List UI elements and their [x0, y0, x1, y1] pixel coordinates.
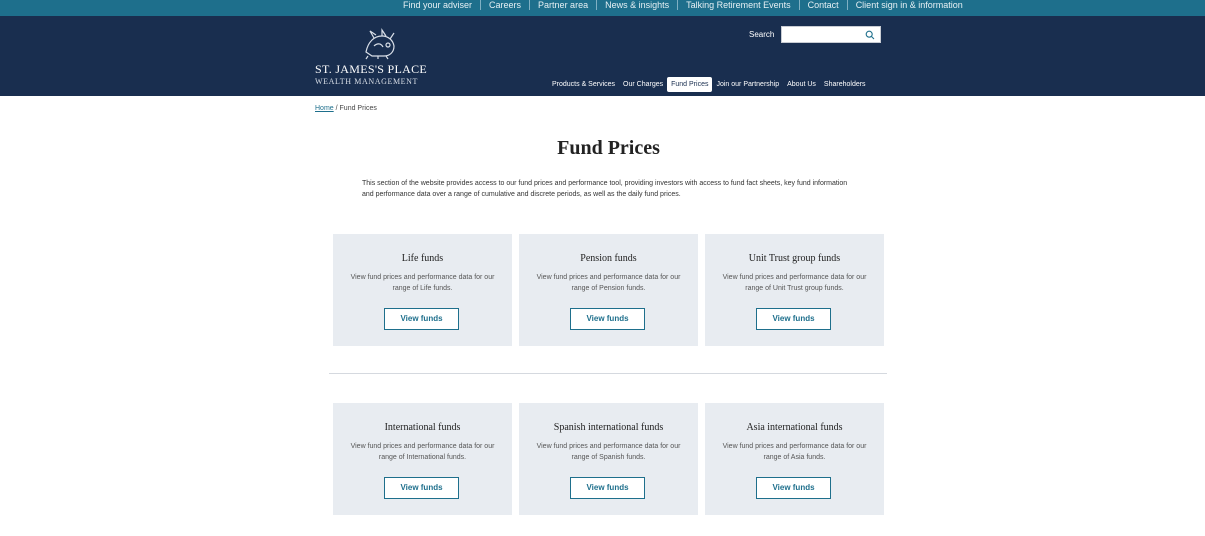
card-title: Spanish international funds [553, 422, 664, 433]
search-icon[interactable] [865, 30, 875, 40]
card-description: View fund prices and performance data fo… [722, 274, 867, 292]
view-funds-button-asia[interactable]: View funds [756, 477, 831, 499]
logo-subtitle: WEALTH MANAGEMENT [315, 77, 419, 86]
nav-our-charges[interactable]: Our Charges [619, 77, 667, 92]
fund-card-life: Life funds View fund prices and performa… [333, 234, 512, 346]
card-title: Asia international funds [746, 422, 843, 433]
card-description: View fund prices and performance data fo… [350, 274, 495, 292]
utility-link-careers[interactable]: Careers [481, 0, 531, 10]
utility-link-events[interactable]: Talking Retirement Events [678, 0, 800, 10]
card-description: View fund prices and performance data fo… [536, 443, 681, 461]
intro-text: This section of the website provides acc… [362, 180, 848, 198]
view-funds-button-life[interactable]: View funds [384, 308, 459, 330]
view-funds-button-unit-trust[interactable]: View funds [756, 308, 831, 330]
fund-card-unit-trust: Unit Trust group funds View fund prices … [705, 234, 884, 346]
view-funds-button-international[interactable]: View funds [384, 477, 459, 499]
utility-links: Find your adviser Careers Partner area N… [395, 0, 971, 16]
lion-crest-icon [365, 28, 395, 60]
section-divider [329, 373, 887, 374]
breadcrumb-current: Fund Prices [339, 105, 377, 112]
card-description: View fund prices and performance data fo… [350, 443, 495, 461]
utility-link-contact[interactable]: Contact [800, 0, 848, 10]
utility-link-news[interactable]: News & insights [597, 0, 679, 10]
card-title: Unit Trust group funds [748, 253, 841, 264]
card-title: Pension funds [580, 253, 637, 264]
nav-products-services[interactable]: Products & Services [548, 77, 619, 92]
view-funds-button-pension[interactable]: View funds [570, 308, 645, 330]
utility-link-partner-area[interactable]: Partner area [530, 0, 598, 10]
utility-bar: Find your adviser Careers Partner area N… [0, 0, 1205, 16]
nav-about-us[interactable]: About Us [783, 77, 820, 92]
breadcrumb: Home / Fund Prices [315, 105, 377, 112]
page-title: Fund Prices [557, 137, 660, 159]
nav-fund-prices[interactable]: Fund Prices [667, 77, 713, 92]
card-title: International funds [384, 422, 461, 433]
logo-name: ST. JAMES'S PLACE [315, 62, 428, 76]
utility-link-client-sign-in[interactable]: Client sign in & information [848, 0, 971, 10]
card-description: View fund prices and performance data fo… [536, 274, 681, 292]
search-box [781, 26, 881, 43]
utility-link-find-adviser[interactable]: Find your adviser [395, 0, 482, 10]
card-description: View fund prices and performance data fo… [722, 443, 867, 461]
fund-card-pension: Pension funds View fund prices and perfo… [519, 234, 698, 346]
nav-shareholders[interactable]: Shareholders [820, 77, 870, 92]
logo[interactable]: ST. JAMES'S PLACE WEALTH MANAGEMENT [315, 26, 445, 90]
breadcrumb-home-link[interactable]: Home [315, 105, 334, 112]
main-nav: Products & Services Our Charges Fund Pri… [548, 76, 870, 93]
card-title: Life funds [401, 253, 444, 264]
search-label: Search [749, 30, 775, 39]
search-input[interactable] [785, 28, 863, 41]
nav-join-partnership[interactable]: Join our Partnership [712, 77, 783, 92]
view-funds-button-spanish[interactable]: View funds [570, 477, 645, 499]
fund-card-international: International funds View fund prices and… [333, 403, 512, 515]
fund-card-spanish: Spanish international funds View fund pr… [519, 403, 698, 515]
site-header: ST. JAMES'S PLACE WEALTH MANAGEMENT Sear… [0, 16, 1205, 96]
fund-card-asia: Asia international funds View fund price… [705, 403, 884, 515]
